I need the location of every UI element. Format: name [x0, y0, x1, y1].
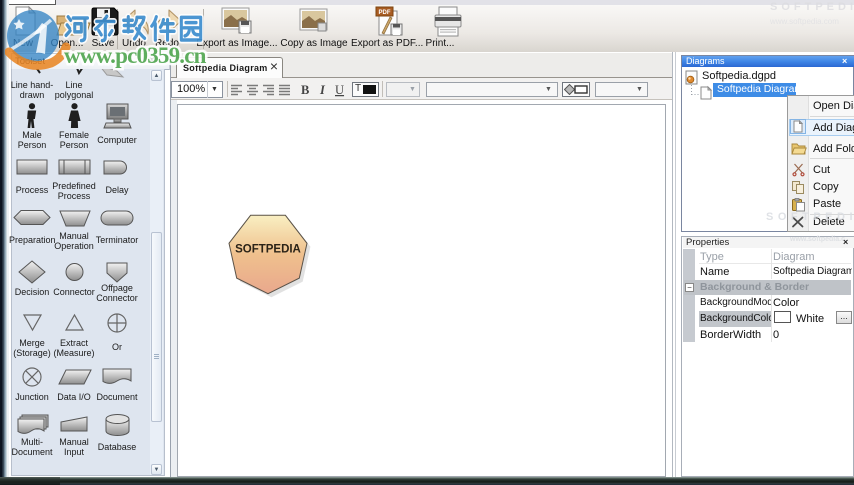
svg-text:U: U	[335, 83, 344, 97]
svg-text:SOFTPEDIA: SOFTPEDIA	[235, 242, 301, 255]
svg-text:PDF: PDF	[379, 10, 391, 16]
svg-text:B: B	[301, 83, 309, 97]
svg-text:I: I	[319, 83, 326, 97]
